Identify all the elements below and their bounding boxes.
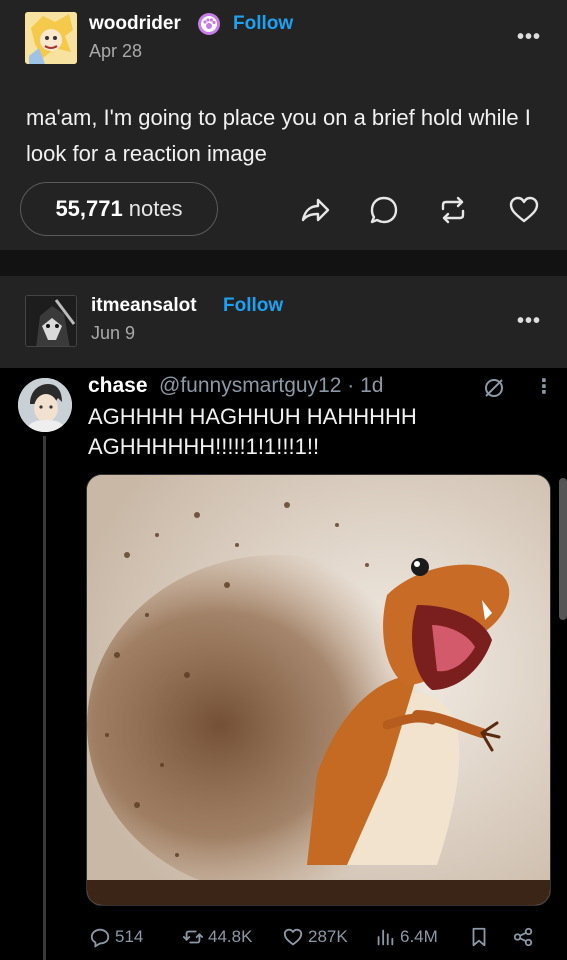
tweet-likes: 287K [282, 924, 348, 950]
username[interactable]: woodrider [89, 13, 181, 35]
tweet-views: 6.4M [374, 924, 438, 950]
verified-paw-badge-icon [197, 12, 221, 36]
retweet-count: 44.8K [208, 927, 253, 946]
tweet-author-name: chase [88, 374, 148, 397]
follow-button[interactable]: Follow [223, 295, 283, 317]
like-icon [283, 928, 303, 946]
bookmark-icon [468, 924, 494, 950]
post-date[interactable]: Apr 28 [89, 41, 142, 62]
notes-button[interactable]: 55,771 notes [20, 182, 218, 236]
retweet-icon [182, 930, 204, 944]
tweet-text: AGHHHH HAGHHUH HAHHHHH AGHHHHHH!!!!!1!1!… [88, 404, 417, 459]
tweet-more-icon: ⋮ [534, 376, 554, 398]
avatar-itmeansalot[interactable] [25, 295, 77, 347]
reblog-icon[interactable] [436, 193, 470, 227]
reply-bubble-icon [90, 928, 110, 948]
post-date[interactable]: Jun 9 [91, 323, 135, 344]
username[interactable]: itmeansalot [91, 295, 197, 317]
like-count: 287K [308, 927, 348, 946]
more-options-icon[interactable]: ••• [517, 310, 541, 333]
reply-icon[interactable] [367, 193, 401, 227]
tweet-share-icon [512, 924, 538, 950]
view-count: 6.4M [400, 927, 438, 946]
thread-line [43, 436, 46, 960]
views-chart-icon [377, 929, 394, 946]
tweet-retweets: 44.8K [182, 924, 252, 950]
tweet-avatar [18, 378, 72, 432]
tweet-handle-time: @funnysmartguy12 · 1d [159, 374, 384, 397]
notes-label: notes [128, 196, 183, 221]
share-icon[interactable] [298, 193, 332, 227]
post-separator [0, 250, 567, 276]
avatar-woodrider[interactable] [25, 12, 77, 64]
post-card-itmeansalot [0, 276, 567, 368]
screaming-squirrel-image [86, 474, 551, 906]
post-body-text: ma'am, I'm going to place you on a brief… [26, 105, 531, 166]
reply-count: 514 [115, 927, 144, 946]
scrollbar[interactable] [559, 478, 567, 620]
notes-count: 55,771 [55, 196, 123, 221]
like-heart-icon[interactable] [507, 193, 541, 227]
tweet-replies: 514 [89, 924, 143, 950]
follow-button[interactable]: Follow [233, 13, 293, 35]
more-options-icon[interactable]: ••• [517, 26, 541, 49]
